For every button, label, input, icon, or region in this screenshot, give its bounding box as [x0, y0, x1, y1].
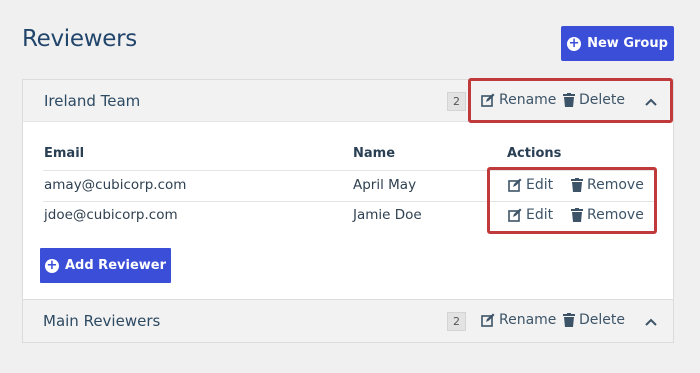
edit-icon [481, 313, 495, 327]
edit-icon [508, 178, 522, 192]
plus-circle-icon: + [44, 257, 59, 273]
edit-reviewer-button[interactable]: Edit [508, 177, 553, 193]
trash-icon [563, 93, 575, 107]
trash-icon [571, 178, 583, 192]
chevron-up-icon[interactable] [644, 95, 658, 109]
edit-icon [481, 93, 495, 107]
table-divider [43, 201, 655, 202]
rename-group-button[interactable]: Rename [481, 312, 556, 328]
name-column-header: Name [353, 146, 396, 161]
table-divider [43, 170, 655, 171]
member-count-badge: 2 [447, 312, 466, 331]
edit-label: Edit [526, 207, 554, 223]
group-name: Ireland Team [44, 92, 141, 110]
reviewer-email: amay@cubicorp.com [44, 177, 187, 193]
add-reviewer-label: Add Reviewer [64, 258, 166, 273]
trash-icon [563, 313, 575, 327]
group-header[interactable]: Ireland Team 2 Rename Delete [23, 80, 673, 122]
remove-reviewer-button[interactable]: Remove [571, 177, 644, 193]
edit-reviewer-button[interactable]: Edit [508, 207, 553, 223]
rename-group-button[interactable]: Rename [481, 92, 556, 108]
group-panel-main-reviewers: Main Reviewers 2 Rename Delete [22, 299, 674, 343]
delete-group-button[interactable]: Delete [563, 312, 625, 328]
add-reviewer-button[interactable]: + Add Reviewer [40, 248, 171, 283]
remove-reviewer-button[interactable]: Remove [571, 207, 644, 223]
trash-icon [571, 208, 583, 222]
chevron-up-icon[interactable] [644, 315, 658, 329]
new-group-button[interactable]: + New Group [561, 26, 674, 61]
plus-circle-icon: + [567, 35, 582, 51]
reviewer-email: jdoe@cubicorp.com [44, 207, 178, 223]
actions-column-header: Actions [507, 146, 562, 161]
edit-icon [508, 208, 522, 222]
member-count-badge: 2 [447, 92, 466, 111]
email-column-header: Email [44, 146, 85, 161]
page-title: Reviewers [22, 26, 137, 52]
group-name: Main Reviewers [43, 312, 161, 330]
rename-label: Rename [499, 312, 557, 328]
reviewer-name: Jamie Doe [353, 207, 422, 223]
delete-label: Delete [579, 312, 625, 328]
new-group-label: New Group [587, 36, 668, 51]
remove-label: Remove [587, 207, 644, 223]
group-header[interactable]: Main Reviewers 2 Rename Delete [23, 300, 673, 342]
delete-label: Delete [579, 92, 625, 108]
delete-group-button[interactable]: Delete [563, 92, 625, 108]
remove-label: Remove [587, 177, 644, 193]
edit-label: Edit [526, 177, 554, 193]
rename-label: Rename [499, 92, 557, 108]
group-panel-ireland-team: Ireland Team 2 Rename Delete Email Name … [22, 79, 674, 300]
reviewer-name: April May [353, 177, 417, 193]
